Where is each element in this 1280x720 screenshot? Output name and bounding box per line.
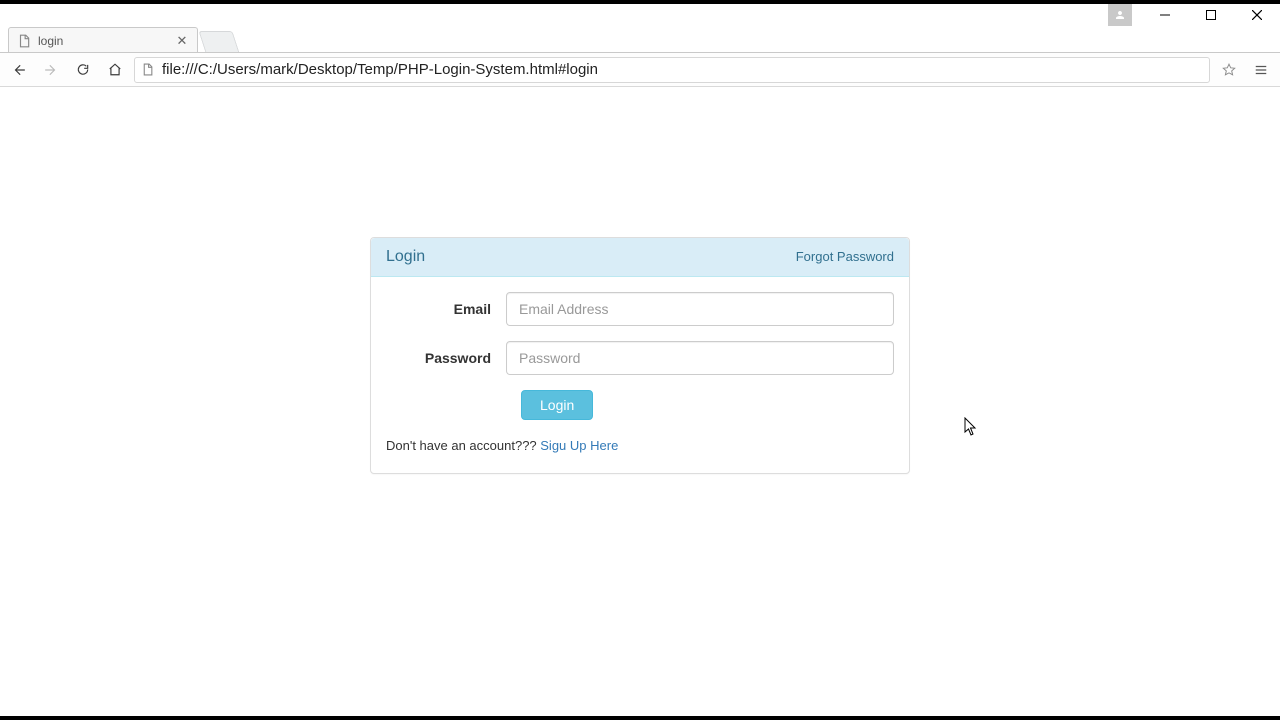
arrow-left-icon xyxy=(12,62,26,78)
arrow-right-icon xyxy=(44,62,58,78)
panel-title: Login xyxy=(386,248,425,266)
home-icon xyxy=(108,62,122,77)
window-titlebar xyxy=(0,4,1280,27)
password-label: Password xyxy=(386,350,506,366)
password-input[interactable] xyxy=(506,341,894,375)
user-icon xyxy=(1114,9,1126,21)
maximize-icon xyxy=(1206,10,1216,20)
email-row: Email xyxy=(386,292,894,326)
new-tab-button[interactable] xyxy=(198,31,239,53)
back-button[interactable] xyxy=(6,57,32,83)
bookmark-button[interactable] xyxy=(1216,57,1242,83)
minimize-icon xyxy=(1160,10,1170,20)
close-window-button[interactable] xyxy=(1234,4,1280,26)
window-controls xyxy=(1142,4,1280,26)
home-button[interactable] xyxy=(102,57,128,83)
tab-strip: login ✕ xyxy=(0,27,1280,53)
file-icon xyxy=(141,63,154,76)
browser-menu-button[interactable] xyxy=(1248,57,1274,83)
close-icon xyxy=(1252,10,1262,20)
panel-heading: Login Forgot Password xyxy=(371,238,909,277)
password-row: Password xyxy=(386,341,894,375)
page-viewport: Login Forgot Password Email Password Log… xyxy=(0,87,1280,716)
signup-link[interactable]: Sigu Up Here xyxy=(540,438,618,453)
maximize-button[interactable] xyxy=(1188,4,1234,26)
login-button[interactable]: Login xyxy=(521,390,593,420)
login-panel: Login Forgot Password Email Password Log… xyxy=(370,237,910,474)
profile-badge[interactable] xyxy=(1108,4,1132,26)
reload-button[interactable] xyxy=(70,57,96,83)
star-icon xyxy=(1222,62,1236,78)
tab-close-button[interactable]: ✕ xyxy=(175,34,189,48)
panel-body: Email Password Login Don't have an accou… xyxy=(371,277,909,473)
mouse-cursor-icon xyxy=(964,417,978,437)
reload-icon xyxy=(76,62,90,77)
signup-prompt: Don't have an account??? xyxy=(386,438,540,453)
signup-footer: Don't have an account??? Sigu Up Here xyxy=(386,438,894,453)
email-label: Email xyxy=(386,301,506,317)
forward-button[interactable] xyxy=(38,57,64,83)
minimize-button[interactable] xyxy=(1142,4,1188,26)
file-icon xyxy=(17,34,31,48)
forgot-password-link[interactable]: Forgot Password xyxy=(796,249,894,264)
url-input[interactable] xyxy=(160,60,1203,79)
browser-toolbar xyxy=(0,53,1280,87)
tab-title: login xyxy=(38,34,175,48)
browser-window: login ✕ Logi xyxy=(0,4,1280,716)
hamburger-icon xyxy=(1254,62,1268,78)
submit-row: Login xyxy=(386,390,894,420)
address-bar[interactable] xyxy=(134,57,1210,83)
email-input[interactable] xyxy=(506,292,894,326)
browser-tab[interactable]: login ✕ xyxy=(8,27,198,53)
